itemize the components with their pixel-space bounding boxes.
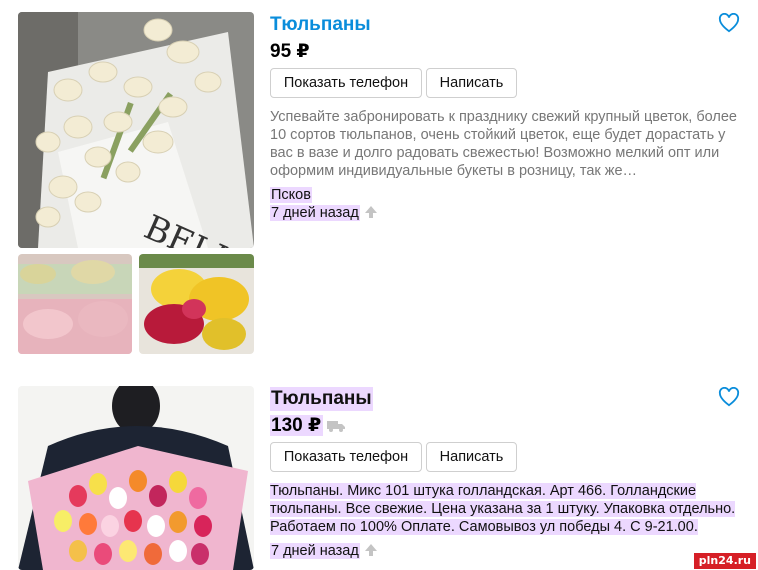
write-message-button[interactable]: Написать	[426, 68, 517, 98]
listing-price: 95 ₽	[270, 41, 310, 62]
date-text: 7 дней назад	[270, 205, 360, 221]
thumbnail-photo[interactable]	[139, 254, 254, 354]
listing-card: Тюльпаны 130 ₽ Показать телефон Написать…	[0, 386, 758, 570]
description-line: Тюльпаны. Микс 101 штука голландская. Ар…	[270, 483, 697, 499]
thumbnail-photo[interactable]	[18, 254, 132, 354]
main-photo[interactable]: BELLE	[18, 12, 254, 248]
listing-title[interactable]: Тюльпаны	[270, 13, 371, 37]
heart-icon[interactable]	[718, 387, 740, 407]
show-phone-button[interactable]: Показать телефон	[270, 68, 422, 98]
tulip-mixed-image	[139, 254, 254, 354]
listing-title[interactable]: Тюльпаны	[270, 387, 373, 411]
main-photo[interactable]	[18, 386, 254, 570]
listing-date: 7 дней назад	[270, 204, 378, 222]
description-line: тюльпаны. Все свежие. Цена указана за 1 …	[270, 501, 736, 517]
truck-icon	[327, 421, 346, 432]
listing-price: 130 ₽	[270, 415, 324, 436]
write-message-button[interactable]: Написать	[426, 442, 517, 472]
heart-icon[interactable]	[718, 13, 740, 33]
description-line: Работаем по 100% Оплате. Самовывоз ул по…	[270, 519, 698, 535]
listing-description: Тюльпаны. Микс 101 штука голландская. Ар…	[270, 482, 740, 536]
listing-description: Успевайте забронировать к празднику свеж…	[270, 109, 737, 179]
show-phone-button[interactable]: Показать телефон	[270, 442, 422, 472]
tulip-field-image	[18, 254, 132, 354]
tulip-bouquet-white-image: BELLE	[18, 12, 254, 248]
watermark-logo: pln24.ru	[693, 553, 756, 569]
listing-date: 7 дней назад	[270, 542, 378, 560]
up-arrow-icon	[364, 544, 377, 556]
listing-price-row: 130 ₽	[270, 414, 346, 438]
listing-location: Псков	[270, 186, 312, 204]
date-text: 7 дней назад	[270, 543, 360, 559]
up-arrow-icon	[364, 206, 377, 218]
tulip-bouquet-mixed-image	[18, 386, 254, 570]
location-text: Псков	[270, 187, 312, 203]
listing-card: BELLE	[0, 0, 758, 360]
